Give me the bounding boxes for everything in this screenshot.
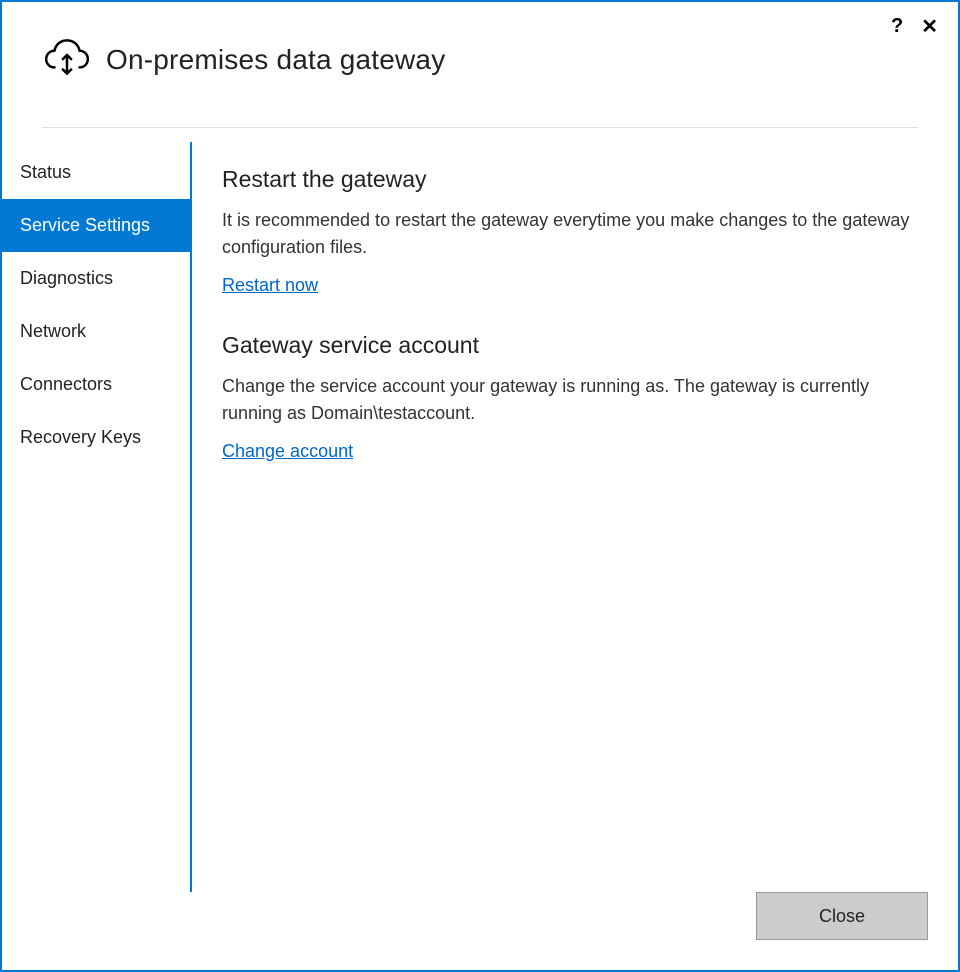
- titlebar-controls: ? ✕: [891, 14, 938, 39]
- sidebar-item-label: Recovery Keys: [20, 427, 141, 447]
- sidebar-item-label: Diagnostics: [20, 268, 113, 288]
- close-icon[interactable]: ✕: [921, 14, 938, 39]
- sidebar-item-label: Status: [20, 162, 71, 182]
- sidebar-item-label: Service Settings: [20, 215, 150, 235]
- sidebar-item-service-settings[interactable]: Service Settings: [2, 199, 190, 252]
- sidebar-item-recovery-keys[interactable]: Recovery Keys: [2, 411, 190, 464]
- sidebar-item-label: Connectors: [20, 374, 112, 394]
- section-description: It is recommended to restart the gateway…: [222, 207, 918, 261]
- sidebar-item-diagnostics[interactable]: Diagnostics: [2, 252, 190, 305]
- main-content: Restart the gateway It is recommended to…: [192, 142, 958, 892]
- header-divider: [42, 127, 918, 128]
- restart-now-link[interactable]: Restart now: [222, 275, 318, 295]
- cloud-sync-icon: [42, 32, 92, 87]
- sidebar-item-status[interactable]: Status: [2, 146, 190, 199]
- sidebar: Status Service Settings Diagnostics Netw…: [2, 142, 192, 892]
- header: On-premises data gateway: [2, 2, 958, 127]
- help-icon[interactable]: ?: [891, 15, 903, 38]
- footer: Close: [2, 892, 958, 970]
- section-heading: Restart the gateway: [222, 166, 918, 193]
- section-description: Change the service account your gateway …: [222, 373, 918, 427]
- body: Status Service Settings Diagnostics Netw…: [2, 142, 958, 892]
- page-title: On-premises data gateway: [106, 44, 445, 76]
- change-account-link[interactable]: Change account: [222, 441, 353, 461]
- sidebar-item-network[interactable]: Network: [2, 305, 190, 358]
- sidebar-item-connectors[interactable]: Connectors: [2, 358, 190, 411]
- close-button[interactable]: Close: [756, 892, 928, 940]
- application-window: ? ✕ On-premises data gateway Status Serv…: [0, 0, 960, 972]
- section-heading: Gateway service account: [222, 332, 918, 359]
- service-account-section: Gateway service account Change the servi…: [222, 332, 918, 462]
- restart-gateway-section: Restart the gateway It is recommended to…: [222, 166, 918, 296]
- sidebar-item-label: Network: [20, 321, 86, 341]
